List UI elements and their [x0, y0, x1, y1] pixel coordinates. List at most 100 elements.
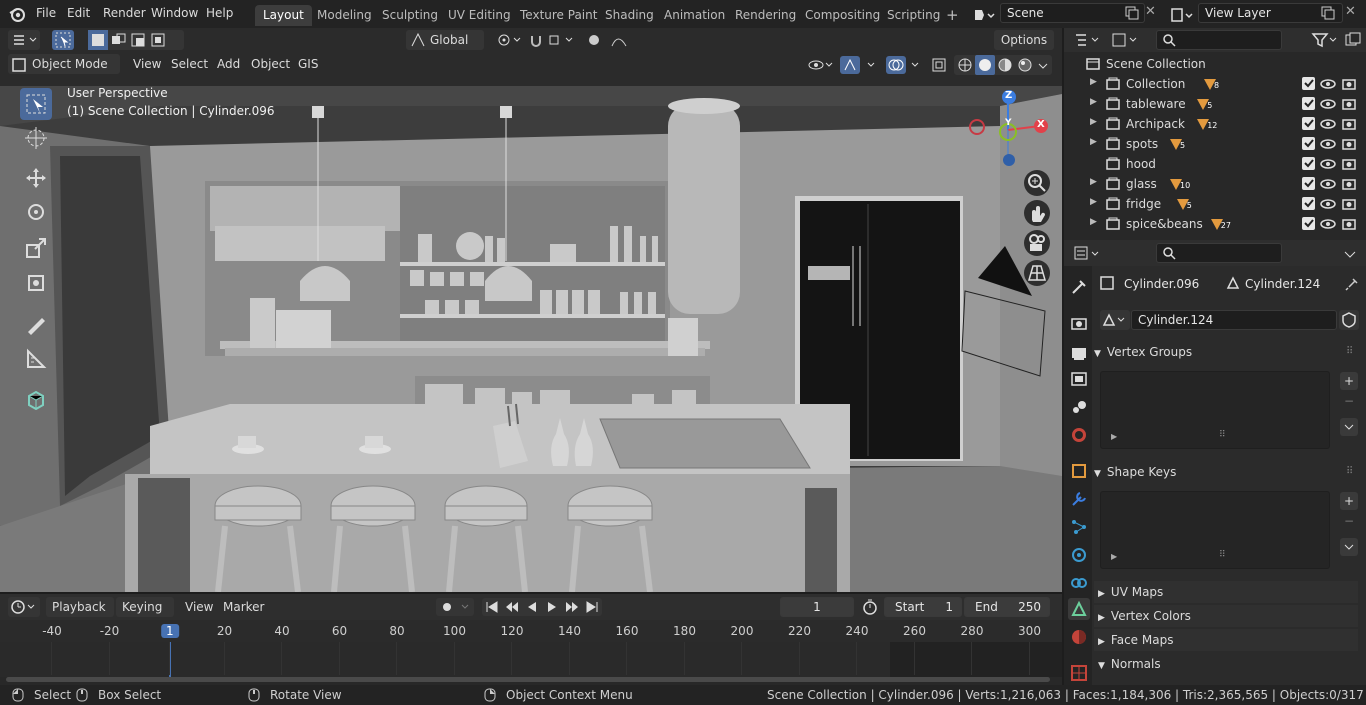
expand-arrow-icon[interactable]: ▶: [1090, 217, 1097, 227]
tab-animation[interactable]: Animation: [656, 5, 733, 26]
face-maps-panel-header[interactable]: ▶ Face Maps: [1094, 629, 1358, 651]
stopwatch-icon[interactable]: [862, 599, 878, 615]
camera-render-icon[interactable]: [1341, 157, 1357, 171]
playback-dropdown[interactable]: Playback: [46, 597, 114, 617]
world-tab-icon[interactable]: [1068, 424, 1090, 446]
mesh-data-tab-icon[interactable]: [1068, 598, 1090, 620]
outliner-item[interactable]: ▶ Collection 8: [1064, 74, 1366, 94]
mesh-object-icon[interactable]: 10: [1168, 176, 1190, 192]
resize-handle-icon[interactable]: ⠿: [1219, 550, 1226, 560]
drag-handle-icon[interactable]: ⠿: [1346, 466, 1353, 477]
exclude-checkbox[interactable]: [1302, 77, 1315, 90]
close-icon[interactable]: ✕: [1145, 4, 1156, 19]
vertex-group-specials-icon[interactable]: [1340, 418, 1358, 436]
expand-arrow-icon[interactable]: ▶: [1090, 77, 1097, 87]
camera-render-icon[interactable]: [1341, 137, 1357, 151]
menu-edit[interactable]: Edit: [67, 6, 90, 20]
output-tab-icon[interactable]: [1068, 342, 1090, 364]
add-shape-key-button[interactable]: +: [1340, 492, 1358, 510]
start-frame-field[interactable]: Start 1: [884, 597, 962, 617]
remove-vertex-group-button[interactable]: −: [1340, 392, 1358, 410]
fake-user-icon[interactable]: [1339, 310, 1359, 330]
eye-icon[interactable]: [1320, 217, 1336, 231]
proportional-edit-icon[interactable]: [584, 30, 636, 50]
tab-compositing[interactable]: Compositing: [797, 5, 888, 26]
modifier-tab-icon[interactable]: [1068, 488, 1090, 510]
end-frame-field[interactable]: End 250: [964, 597, 1050, 617]
menu-view[interactable]: View: [127, 54, 167, 74]
remove-shape-key-button[interactable]: −: [1340, 512, 1358, 530]
chevron-down-icon[interactable]: [1342, 246, 1358, 262]
overlays-icon[interactable]: [884, 55, 926, 75]
select-tool-icon[interactable]: [52, 30, 74, 50]
tab-sculpting[interactable]: Sculpting: [374, 5, 446, 26]
outliner-scene-collection[interactable]: Scene Collection: [1064, 54, 1366, 74]
menu-add[interactable]: Add: [211, 54, 246, 74]
object-tab-icon[interactable]: [1068, 460, 1090, 482]
filter-icon[interactable]: [1310, 30, 1340, 50]
expand-icon[interactable]: ▶: [1111, 552, 1117, 561]
camera-render-icon[interactable]: [1341, 77, 1357, 91]
zoom-icon[interactable]: [1024, 170, 1050, 196]
mesh-object-icon[interactable]: 12: [1195, 116, 1217, 132]
eye-icon[interactable]: [1320, 137, 1336, 151]
outliner-editor-type-icon[interactable]: [1072, 30, 1104, 50]
display-mode-icon[interactable]: [1110, 30, 1142, 50]
tab-shading[interactable]: Shading: [597, 5, 662, 26]
exclude-checkbox[interactable]: [1302, 197, 1315, 210]
tab-rendering[interactable]: Rendering: [727, 5, 804, 26]
scene-icon[interactable]: [972, 6, 996, 24]
close-icon[interactable]: ✕: [1345, 4, 1356, 19]
uv-maps-panel-header[interactable]: ▶ UV Maps: [1094, 581, 1358, 603]
properties-editor-type-icon[interactable]: [1072, 244, 1104, 264]
shape-key-specials-icon[interactable]: [1340, 538, 1358, 556]
outliner-item[interactable]: ▶ glass 10: [1064, 174, 1366, 194]
exclude-checkbox[interactable]: [1302, 117, 1315, 130]
add-vertex-group-button[interactable]: +: [1340, 372, 1358, 390]
tab-layout[interactable]: Layout: [255, 5, 312, 26]
snap-icon[interactable]: [526, 30, 578, 50]
auto-keying-icon[interactable]: [436, 598, 474, 616]
tab-uv-editing[interactable]: UV Editing: [440, 5, 519, 26]
eye-icon[interactable]: [1320, 97, 1336, 111]
rotate-tool-icon[interactable]: [20, 196, 52, 228]
copy-view-layer-icon[interactable]: [1320, 5, 1336, 21]
move-tool-icon[interactable]: [20, 162, 52, 194]
camera-render-icon[interactable]: [1341, 117, 1357, 131]
tool-tab-icon[interactable]: [1068, 276, 1090, 298]
perspective-toggle-icon[interactable]: [1024, 260, 1050, 286]
expand-arrow-icon[interactable]: ▶: [1090, 117, 1097, 127]
drag-handle-icon[interactable]: ⠿: [1346, 346, 1353, 357]
options-dropdown[interactable]: Options: [994, 30, 1054, 50]
menu-render[interactable]: Render: [103, 6, 146, 20]
pivot-point-icon[interactable]: [494, 30, 524, 50]
outliner-item[interactable]: ▶ fridge 5: [1064, 194, 1366, 214]
normals-panel-header[interactable]: ▼ Normals: [1094, 653, 1358, 675]
select-new-icon[interactable]: [88, 30, 108, 50]
menu-window[interactable]: Window: [151, 6, 198, 20]
vertex-groups-panel-header[interactable]: ▼ Vertex Groups: [1094, 341, 1358, 363]
tab-texture-paint[interactable]: Texture Paint: [512, 5, 605, 26]
mesh-object-icon[interactable]: 5: [1168, 136, 1190, 152]
mesh-name-field[interactable]: Cylinder.124: [1131, 310, 1337, 330]
mesh-object-icon[interactable]: 27: [1209, 216, 1231, 232]
material-tab-icon[interactable]: [1068, 626, 1090, 648]
current-frame-indicator[interactable]: 1: [161, 624, 179, 638]
outliner-item[interactable]: ▶ tableware 5: [1064, 94, 1366, 114]
menu-timeline-view[interactable]: View: [179, 597, 219, 617]
outliner-item[interactable]: hood: [1064, 154, 1366, 174]
add-cube-tool-icon[interactable]: [20, 383, 52, 415]
camera-render-icon[interactable]: [1341, 197, 1357, 211]
new-collection-icon[interactable]: [1344, 31, 1362, 49]
scale-tool-icon[interactable]: [20, 232, 52, 264]
editor-type-icon[interactable]: [8, 30, 40, 50]
visibility-icon[interactable]: [806, 56, 836, 74]
constraints-tab-icon[interactable]: [1068, 572, 1090, 594]
exclude-checkbox[interactable]: [1302, 157, 1315, 170]
add-workspace-button[interactable]: +: [942, 5, 963, 26]
outliner-item[interactable]: ▶ spice&beans 27: [1064, 214, 1366, 234]
current-frame-field[interactable]: 1: [780, 597, 854, 617]
mesh-browse-icon[interactable]: [1100, 310, 1130, 330]
eye-icon[interactable]: [1320, 157, 1336, 171]
view-layer-icon[interactable]: [1170, 6, 1194, 24]
